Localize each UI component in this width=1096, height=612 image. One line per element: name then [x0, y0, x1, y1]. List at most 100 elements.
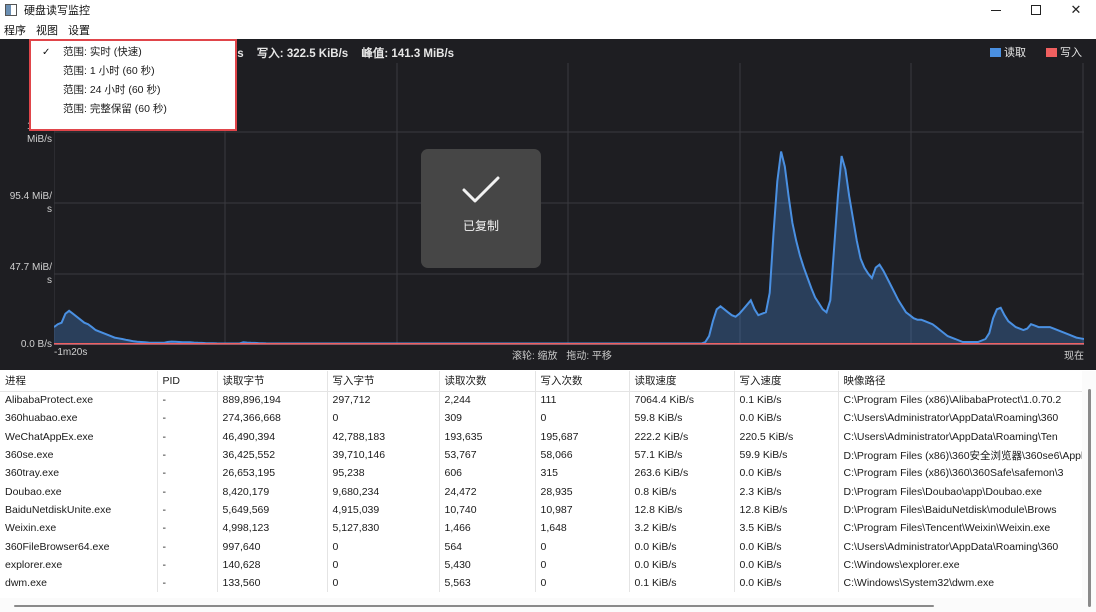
column-header-write-count[interactable]: 写入次数: [535, 371, 630, 392]
table-cell: 5,563: [439, 573, 536, 593]
table-cell: 0: [327, 573, 440, 593]
maximize-button[interactable]: [1016, 0, 1056, 20]
legend-read-swatch: [990, 47, 1001, 57]
table-cell: 0: [535, 409, 630, 428]
table-cell: 140,628: [217, 555, 328, 574]
column-header-image-path[interactable]: 映像路径: [838, 371, 1083, 392]
table-cell: BaiduNetdiskUnite.exe: [0, 500, 158, 520]
table-cell: 1,466: [439, 519, 536, 538]
table-cell: 0: [327, 537, 440, 556]
range-option-full-retention[interactable]: 范围: 完整保留 (60 秒): [31, 100, 235, 119]
column-header-write-speed[interactable]: 写入速度: [734, 371, 839, 392]
table-cell: 360se.exe: [0, 445, 158, 465]
table-cell: -: [157, 409, 218, 428]
table-row[interactable]: BaiduNetdiskUnite.exe -5,649,569 4,915,039…: [0, 500, 1083, 520]
table-cell: 53,767: [439, 445, 536, 465]
table-cell: 5,127,830: [327, 519, 440, 538]
range-option-realtime[interactable]: ✓ 范围: 实时 (快速): [31, 43, 235, 62]
table-row[interactable]: WeChatAppEx.exe -46,490,394 42,788,183 193,…: [0, 427, 1083, 446]
table-row[interactable]: 360tray.exe -26,653,195 95,238 606 315 263.6 …: [0, 464, 1083, 483]
menu-program[interactable]: 程序: [0, 22, 31, 38]
table-cell: 0: [535, 537, 630, 556]
table-cell: 95,238: [327, 464, 440, 483]
chart-legend: 读取 写入: [970, 44, 1082, 60]
table-cell: 3.5 KiB/s: [734, 519, 839, 538]
column-header-read-speed[interactable]: 读取速度: [629, 371, 735, 392]
table-cell: C:\Program Files\Tencent\Weixin\Weixin.e…: [838, 519, 1083, 538]
table-cell: 0.8 KiB/s: [629, 482, 735, 501]
app-icon: [5, 4, 17, 16]
table-cell: 4,998,123: [217, 519, 328, 538]
table-cell: 309: [439, 409, 536, 428]
table-cell: 59.8 KiB/s: [629, 409, 735, 428]
table-cell: D:\Program Files (x86)\360安全浏览器\360se6\A…: [838, 445, 1083, 465]
table-cell: AlibabaProtect.exe: [0, 391, 158, 410]
table-cell: 26,653,195: [217, 464, 328, 483]
table-cell: C:\Users\Administrator\AppData\Roaming\T…: [838, 427, 1083, 446]
stats-line: /s 写入: 322.5 KiB/s 峰值: 141.3 MiB/s: [234, 45, 464, 61]
table-cell: 0.0 KiB/s: [734, 573, 839, 593]
legend-write: 写入: [1046, 44, 1082, 60]
scrollbar-thumb[interactable]: [14, 605, 934, 607]
column-header-pid[interactable]: PID: [157, 371, 218, 392]
table-cell: 360huabao.exe: [0, 409, 158, 428]
table-cell: 2,244: [439, 391, 536, 410]
range-option-label: 范围: 24 小时 (60 秒): [63, 84, 161, 96]
table-cell: C:\Program Files (x86)\AlibabaProtect\1.…: [838, 391, 1083, 410]
column-header-read-bytes[interactable]: 读取字节: [217, 371, 328, 392]
table-cell: -: [157, 573, 218, 593]
table-cell: 2.3 KiB/s: [734, 482, 839, 501]
table-cell: 0.0 KiB/s: [629, 537, 735, 556]
table-cell: 0: [327, 555, 440, 574]
table-row[interactable]: Weixin.exe -4,998,123 5,127,830 1,466 1,648 3…: [0, 519, 1083, 538]
table-cell: 59.9 KiB/s: [734, 445, 839, 465]
table-cell: 7064.4 KiB/s: [629, 391, 735, 410]
legend-read: 读取: [990, 44, 1026, 60]
range-option-label: 范围: 1 小时 (60 秒): [63, 65, 155, 77]
table-row[interactable]: dwm.exe -133,560 0 5,563 0 0.1 KiB/s 0.0 KiB/s…: [0, 573, 1083, 593]
table-cell: 297,712: [327, 391, 440, 410]
table-row[interactable]: AlibabaProtect.exe -889,896,194 297,712 2,2…: [0, 391, 1083, 410]
range-dropdown-menu: ✓ 范围: 实时 (快速) 范围: 1 小时 (60 秒) 范围: 24 小时 …: [29, 39, 237, 131]
minimize-button[interactable]: [976, 0, 1016, 20]
table-cell: 195,687: [535, 427, 630, 446]
stats-write: 写入: 322.5 KiB/s: [256, 48, 349, 60]
table-cell: 12.8 KiB/s: [629, 500, 735, 520]
range-option-24-hours[interactable]: 范围: 24 小时 (60 秒): [31, 81, 235, 100]
menu-settings[interactable]: 设置: [63, 22, 95, 38]
minimize-icon: [991, 9, 1001, 11]
check-icon: ✓: [42, 47, 51, 58]
range-option-label: 范围: 实时 (快速): [63, 46, 142, 58]
column-header-write-bytes[interactable]: 写入字节: [327, 371, 440, 392]
table-cell: 133,560: [217, 573, 328, 593]
table-cell: C:\Users\Administrator\AppData\Roaming\3…: [838, 409, 1083, 428]
table-cell: C:\Windows\explorer.exe: [838, 555, 1083, 574]
table-cell: -: [157, 391, 218, 410]
table-row[interactable]: explorer.exe -140,628 0 5,430 0 0.0 KiB/s 0.0 …: [0, 555, 1083, 574]
y-tick-label: 95.4 MiB/ s: [9, 191, 52, 215]
read-series-line: [54, 151, 1084, 345]
table-cell: 360FileBrowser64.exe: [0, 537, 158, 556]
table-vertical-scrollbar[interactable]: [1082, 371, 1096, 612]
table-cell: -: [157, 519, 218, 538]
table-cell: 222.2 KiB/s: [629, 427, 735, 446]
column-header-read-count[interactable]: 读取次数: [439, 371, 536, 392]
stats-peak: 峰值: 141.3 MiB/s: [361, 48, 455, 60]
table-row[interactable]: Doubao.exe -8,420,179 9,680,234 24,472 28,93…: [0, 482, 1083, 501]
table-cell: 0.0 KiB/s: [734, 537, 839, 556]
table-cell: 889,896,194: [217, 391, 328, 410]
table-horizontal-scrollbar[interactable]: [0, 598, 1082, 612]
table-row[interactable]: 360se.exe -36,425,552 39,710,146 53,767 58,0…: [0, 445, 1083, 465]
menu-view[interactable]: 视图: [31, 22, 63, 38]
range-option-1-hour[interactable]: 范围: 1 小时 (60 秒): [31, 62, 235, 81]
table-cell: 997,640: [217, 537, 328, 556]
toast-text: 已复制: [462, 219, 499, 233]
table-cell: Weixin.exe: [0, 519, 158, 538]
table-row[interactable]: 360FileBrowser64.exe -997,640 0 564 0 0.0 KiB…: [0, 537, 1083, 556]
table-cell: C:\Users\Administrator\AppData\Roaming\3…: [838, 537, 1083, 556]
close-button[interactable]: ✕: [1056, 0, 1096, 20]
table-row[interactable]: 360huabao.exe -274,366,668 0 309 0 59.8 KiB/s…: [0, 409, 1083, 428]
scrollbar-thumb[interactable]: [1088, 389, 1091, 607]
column-header-process[interactable]: 进程: [0, 371, 158, 392]
table-cell: 606: [439, 464, 536, 483]
